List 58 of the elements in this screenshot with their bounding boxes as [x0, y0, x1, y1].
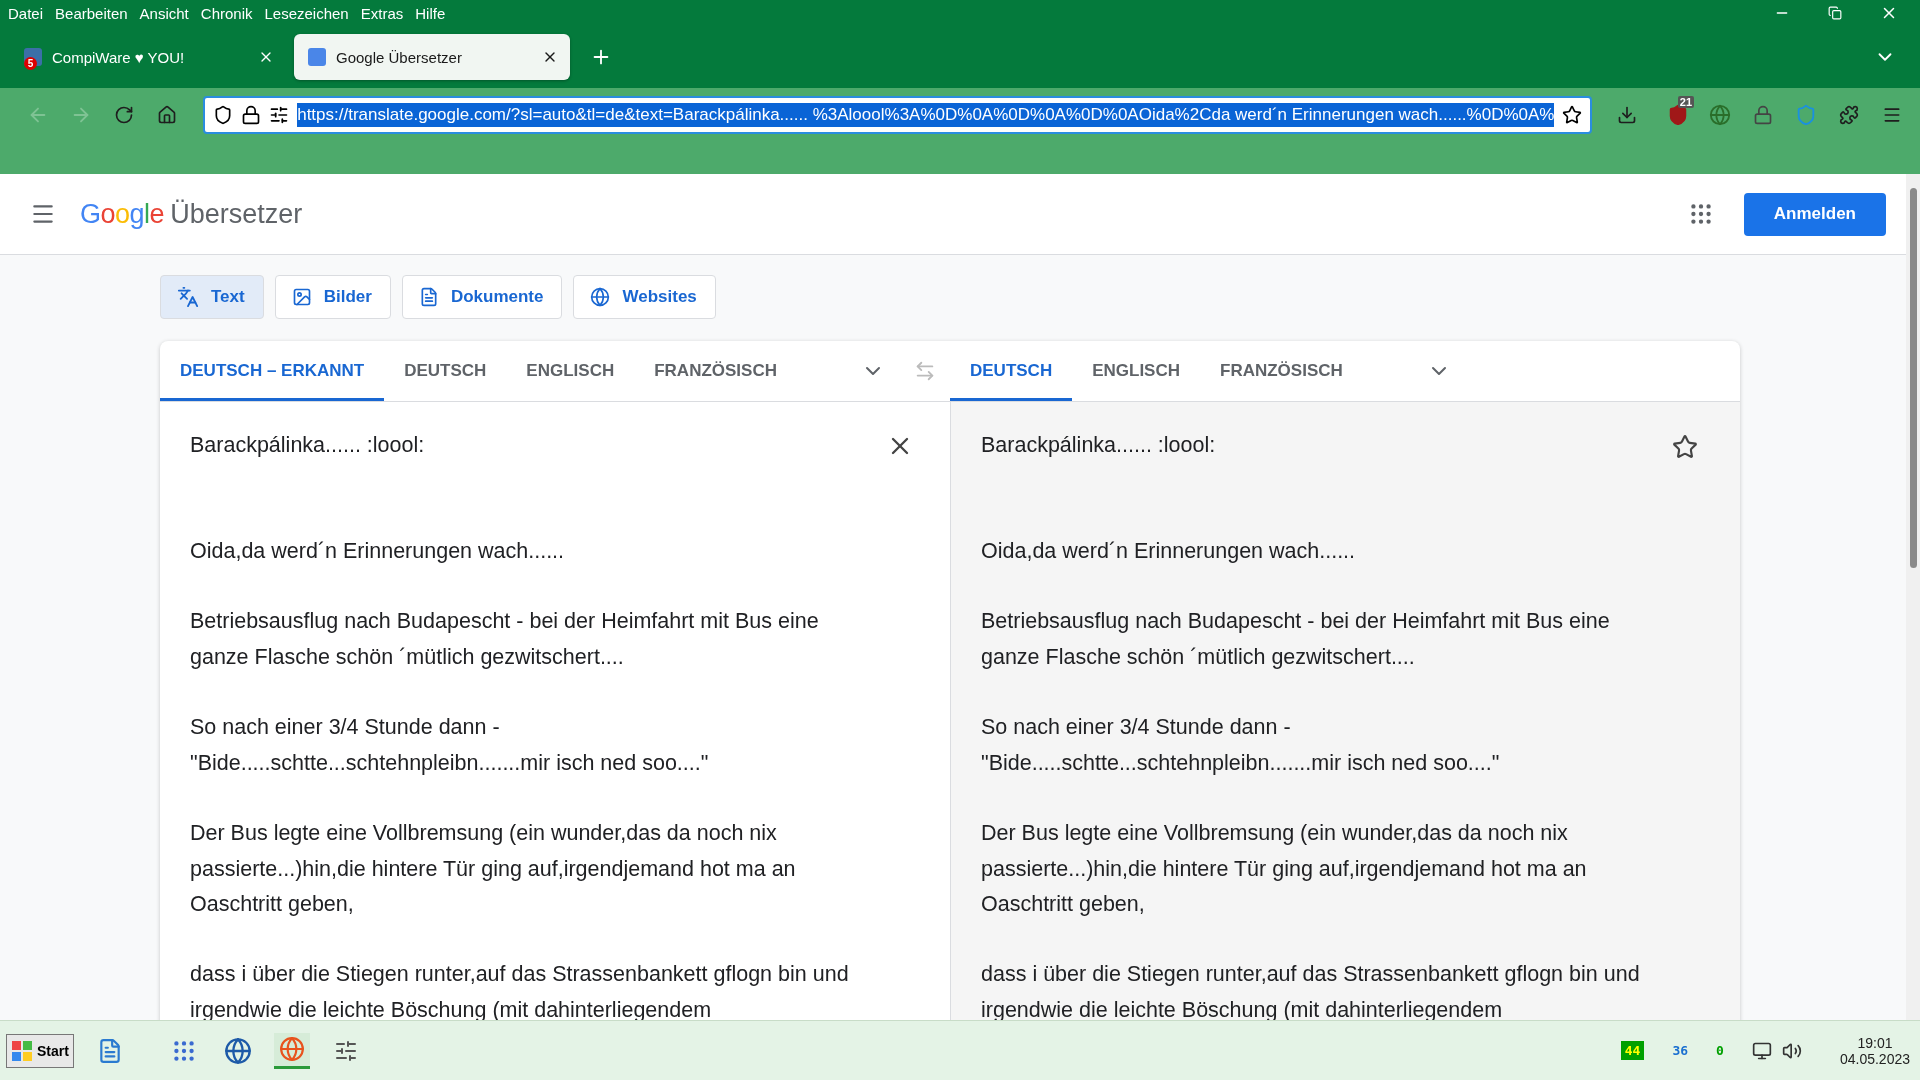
product-name: Übersetzer: [170, 198, 303, 230]
menu-item[interactable]: Ansicht: [139, 4, 195, 22]
globe-icon: [223, 1036, 252, 1065]
swap-arrows-icon: [914, 360, 936, 382]
star-icon[interactable]: [1672, 434, 1698, 460]
menu-item[interactable]: Lesezeichen: [264, 4, 355, 22]
tab-title: Google Übersetzer: [336, 48, 463, 66]
download-icon: [1616, 105, 1637, 125]
menu-item[interactable]: Hilfe: [415, 4, 452, 22]
extension-button[interactable]: 21: [1659, 96, 1697, 134]
tray-counter[interactable]: 0: [1716, 1043, 1724, 1058]
menu-item[interactable]: Extras: [360, 4, 410, 22]
globe-icon: [1709, 104, 1732, 126]
network-icon[interactable]: [1751, 1040, 1772, 1061]
sign-in-button[interactable]: Anmelden: [1743, 192, 1886, 236]
language-tab[interactable]: FRANZÖSISCH: [1200, 341, 1363, 401]
windows-logo-icon: [11, 1039, 33, 1062]
lock-icon[interactable]: [241, 105, 262, 125]
translate-icon: [177, 286, 199, 308]
clock[interactable]: 19:01 04.05.2023: [1839, 1034, 1910, 1067]
browser-tab[interactable]: Google Übersetzer: [294, 34, 570, 80]
permissions-icon[interactable]: [269, 105, 290, 125]
restore-icon[interactable]: [1828, 6, 1842, 20]
tab-title: CompiWare ♥ YOU!: [52, 48, 186, 66]
mode-button[interactable]: Websites: [573, 275, 716, 319]
browser-tab[interactable]: 5 CompiWare ♥ YOU!: [10, 34, 286, 80]
address-field[interactable]: https://translate.google.com/?sl=auto&tl=de&text=Barackpálinka...... %3Aloool%3A%0D%0A%0D%0A%0D%0AOida%2Cda werd´n Erinnerungen wach......%0D%0A%: [203, 96, 1593, 134]
taskbar-button[interactable]: [273, 1032, 310, 1069]
favicon-icon: [308, 48, 326, 66]
menu-item[interactable]: Datei: [8, 4, 50, 22]
tray-counter[interactable]: 36: [1672, 1043, 1689, 1058]
image-icon: [291, 287, 312, 307]
sliders-icon: [333, 1038, 358, 1063]
menu-item[interactable]: Bearbeiten: [55, 4, 134, 22]
lock-icon: [1753, 105, 1774, 125]
mode-button[interactable]: Dokumente: [401, 275, 563, 319]
home-icon: [156, 105, 177, 125]
logo-text: Google: [80, 198, 165, 230]
language-tab[interactable]: ENGLISCH: [506, 341, 635, 401]
tray-counter[interactable]: 44: [1620, 1041, 1645, 1060]
language-tab[interactable]: ENGLISCH: [1072, 341, 1200, 401]
puzzle-icon: [1838, 105, 1859, 125]
mode-button[interactable]: Text: [160, 275, 264, 319]
globe-icon: [590, 287, 611, 307]
menu-item[interactable]: Chronik: [200, 4, 259, 22]
mode-button[interactable]: Bilder: [274, 275, 391, 319]
language-tab[interactable]: FRANZÖSISCH: [634, 341, 797, 401]
volume-icon[interactable]: [1781, 1040, 1802, 1061]
url-text: https://translate.google.com/?sl=auto&tl=de&text=Barackpálinka...... %3Aloool%3A%0D%0A%0D%0A%0D%0AOida%2Cda werd´n Erinnerungen wach......%0D%0A%: [297, 103, 1555, 127]
globe-icon: [278, 1036, 305, 1062]
start-button[interactable]: Start: [6, 1033, 74, 1068]
language-tab[interactable]: DEUTSCH: [384, 341, 507, 401]
bookmark-star-icon[interactable]: [1562, 105, 1583, 125]
count-badge: 21: [1677, 96, 1695, 108]
notification-badge: 5: [24, 57, 37, 70]
shield-icon[interactable]: [213, 105, 234, 125]
reload-icon: [114, 105, 134, 125]
scrollbar[interactable]: [1906, 174, 1920, 1020]
